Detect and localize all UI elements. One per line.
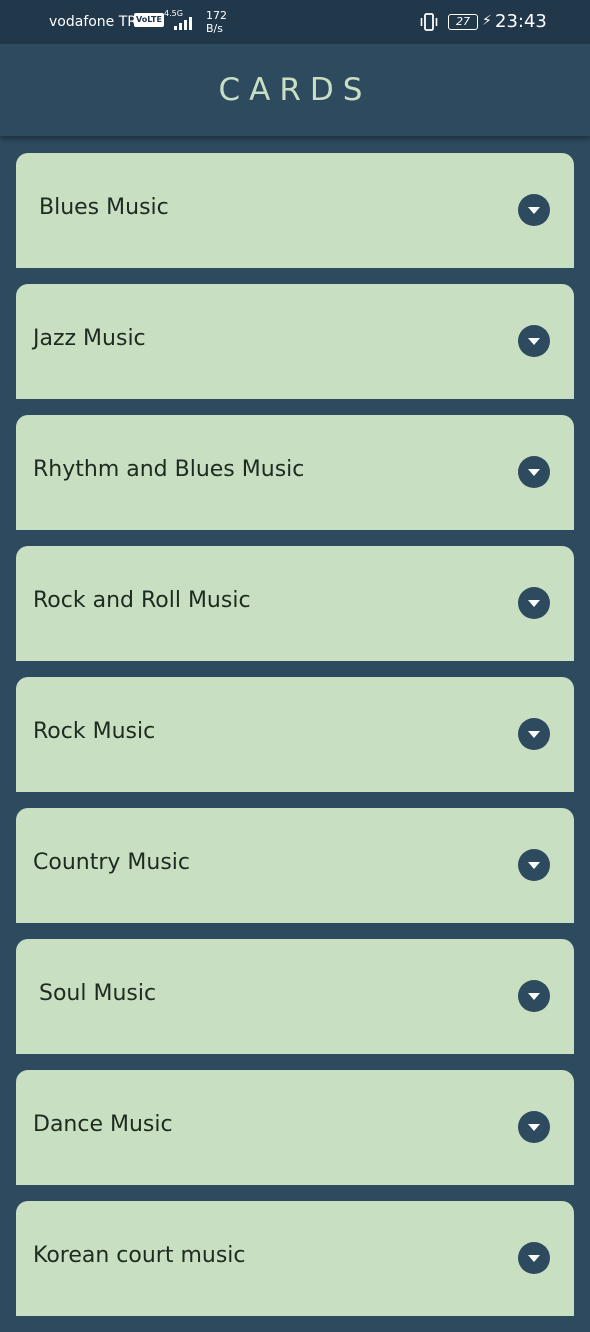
card-jazz-music[interactable]: Jazz Music [16, 284, 574, 399]
card-blues-music[interactable]: Blues Music [16, 153, 574, 268]
chevron-down-icon [528, 731, 540, 738]
card-rock-and-roll-music[interactable]: Rock and Roll Music [16, 546, 574, 661]
network-speed: 172 B/s [206, 9, 227, 35]
card-soul-music[interactable]: Soul Music [16, 939, 574, 1054]
card-korean-court-music[interactable]: Korean court music [16, 1201, 574, 1316]
expand-button[interactable] [518, 718, 550, 750]
charging-icon: ⚡ [482, 13, 492, 29]
chevron-down-icon [528, 1124, 540, 1131]
app-bar: CARDS [0, 44, 590, 136]
chevron-down-icon [528, 862, 540, 869]
card-label: Korean court music [33, 1243, 246, 1268]
chevron-down-icon [528, 207, 540, 214]
chevron-down-icon [528, 338, 540, 345]
chevron-down-icon [528, 993, 540, 1000]
status-bar: vodafone TR VoLTE 4.5G 172 B/s 27 ⚡ 23:4… [0, 0, 590, 44]
chevron-down-icon [528, 1255, 540, 1262]
expand-button[interactable] [518, 456, 550, 488]
battery-icon: 27 [448, 14, 478, 30]
expand-button[interactable] [518, 1242, 550, 1274]
card-label: Blues Music [39, 195, 169, 220]
carrier-name: vodafone TR [49, 14, 138, 30]
chevron-down-icon [528, 469, 540, 476]
expand-button[interactable] [518, 587, 550, 619]
chevron-down-icon [528, 600, 540, 607]
card-label: Rock Music [33, 719, 156, 744]
volte-badge: VoLTE [134, 13, 164, 27]
card-label: Soul Music [39, 981, 157, 1006]
card-dance-music[interactable]: Dance Music [16, 1070, 574, 1185]
card-country-music[interactable]: Country Music [16, 808, 574, 923]
expand-button[interactable] [518, 849, 550, 881]
card-label: Country Music [33, 850, 190, 875]
expand-button[interactable] [518, 325, 550, 357]
page-title: CARDS [218, 72, 372, 108]
card-label: Rhythm and Blues Music [33, 457, 305, 482]
card-rhythm-and-blues-music[interactable]: Rhythm and Blues Music [16, 415, 574, 530]
card-rock-music[interactable]: Rock Music [16, 677, 574, 792]
vibrate-icon [419, 13, 439, 31]
expand-button[interactable] [518, 1111, 550, 1143]
card-label: Dance Music [33, 1112, 173, 1137]
expand-button[interactable] [518, 980, 550, 1012]
card-label: Rock and Roll Music [33, 588, 251, 613]
card-label: Jazz Music [33, 326, 146, 351]
card-list: Blues Music Jazz Music Rhythm and Blues … [16, 153, 574, 1332]
clock: 23:43 [495, 11, 547, 32]
network-speed-unit: B/s [206, 22, 223, 35]
signal-icon [174, 16, 196, 30]
network-speed-value: 172 [206, 9, 227, 22]
expand-button[interactable] [518, 194, 550, 226]
